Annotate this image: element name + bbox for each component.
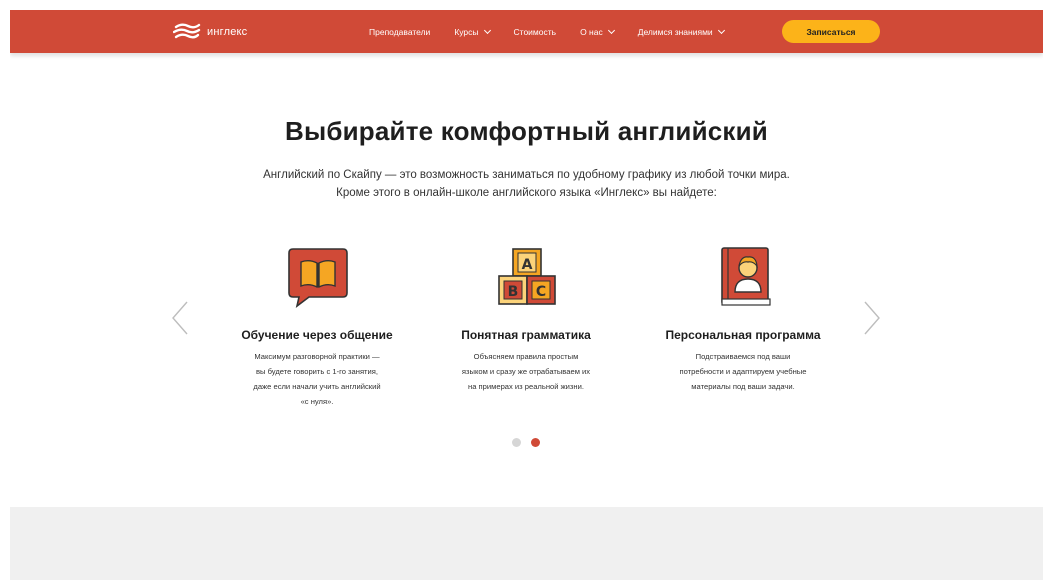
page-title: Выбирайте комфортный английский <box>284 116 768 146</box>
carousel-prev-arrow-icon[interactable] <box>170 300 190 336</box>
feature-title: Понятная грамматика <box>461 328 591 342</box>
feature-desc-line: «с нуля». <box>300 397 334 406</box>
chevron-down-icon <box>607 26 615 34</box>
nav-item-about[interactable]: О нас <box>580 26 615 37</box>
next-section-band <box>10 507 1043 580</box>
signup-button[interactable]: Записаться <box>782 20 880 43</box>
nav-item-label: Преподаватели <box>369 26 431 37</box>
abc-blocks-icon: A B C <box>498 248 556 305</box>
subtitle-line: Кроме этого в онлайн-школе английского я… <box>336 187 717 199</box>
logo-text: инглекс <box>207 26 248 38</box>
nav-item-label: О нас <box>580 26 603 37</box>
feature-desc-line: на примерах из реальной жизни. <box>468 382 584 391</box>
site-header: инглекс Преподаватели Курсы Стоимость О … <box>10 10 1043 53</box>
nav-item-teachers[interactable]: Преподаватели <box>369 27 430 37</box>
feature-desc-line: Объясняем правила простым <box>473 352 579 361</box>
feature-desc-line: Подстраиваемся под ваши <box>695 352 791 361</box>
feature-description: Объясняем правила простым языком и сразу… <box>436 349 616 394</box>
feature-desc-line: Максимум разговорной практики — <box>254 352 380 361</box>
carousel-dot-1[interactable] <box>512 438 521 447</box>
page: инглекс Преподаватели Курсы Стоимость О … <box>10 10 1043 580</box>
logo-waves-icon <box>173 23 201 39</box>
carousel-dot-2[interactable] <box>531 438 540 447</box>
feature-desc-line: потребности и адаптируем учебные <box>679 367 807 376</box>
block-letter-a: A <box>522 257 533 273</box>
feature-desc-line: даже если начали учить английский <box>253 382 381 391</box>
feature-desc-line: языком и сразу же отрабатываем их <box>461 367 591 376</box>
carousel-pagination <box>512 438 540 447</box>
carousel-next-arrow-icon[interactable] <box>862 300 882 336</box>
nav-item-knowledge[interactable]: Делимся знаниями <box>637 26 725 37</box>
feature-description: Максимум разговорной практики — вы будет… <box>227 349 407 409</box>
page-subtitle: Английский по Скайпу — это возможность з… <box>10 166 1043 202</box>
chevron-down-icon <box>483 26 491 34</box>
main-nav: Преподаватели Курсы Стоимость О нас Дели… <box>369 10 748 53</box>
book-speech-bubble-icon <box>288 248 348 308</box>
feature-desc-line: материалы под ваши задачи. <box>691 382 795 391</box>
block-letter-b: B <box>508 284 519 300</box>
block-letter-c: C <box>536 284 546 300</box>
nav-item-label: Курсы <box>454 26 479 37</box>
feature-desc-line: вы будете говорить с 1-го занятия, <box>255 367 378 376</box>
nav-item-pricing[interactable]: Стоимость <box>514 27 557 37</box>
logo[interactable]: инглекс <box>173 21 247 43</box>
feature-title: Персональная программа <box>665 328 821 342</box>
nav-item-label: Делимся знаниями <box>637 26 713 37</box>
personal-book-icon <box>721 247 771 306</box>
subtitle-line: Английский по Скайпу — это возможность з… <box>263 169 790 181</box>
nav-item-label: Стоимость <box>513 26 557 37</box>
feature-description: Подстраиваемся под ваши потребности и ад… <box>653 349 833 394</box>
feature-title: Обучение через общение <box>241 328 393 342</box>
chevron-down-icon <box>717 26 725 34</box>
nav-item-courses[interactable]: Курсы <box>454 26 491 37</box>
